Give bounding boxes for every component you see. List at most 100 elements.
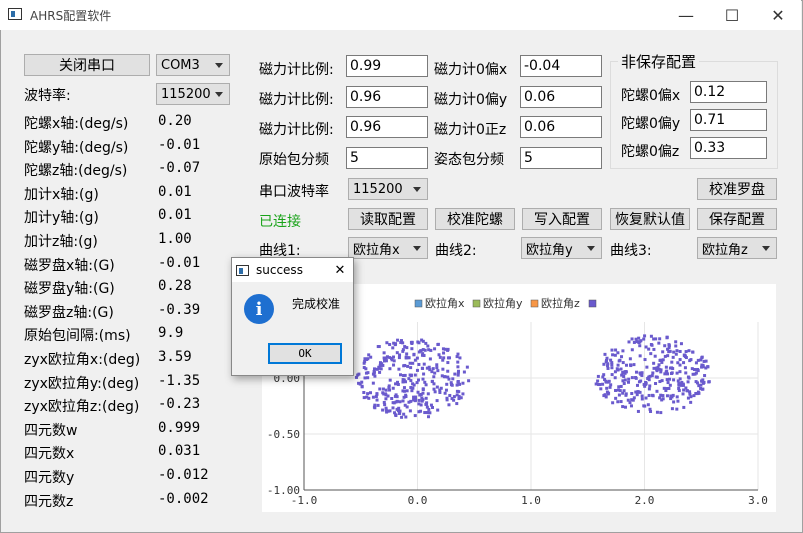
mag-scale-input-1[interactable]: 0.99 <box>346 55 428 77</box>
mag-offset-input-x[interactable]: -0.04 <box>520 55 602 77</box>
curve1-select[interactable]: 欧拉角x <box>348 237 428 259</box>
close-port-button[interactable]: 关闭串口 <box>24 54 150 76</box>
gyro-bias-input-y[interactable]: 0.71 <box>690 109 767 131</box>
scatter-point <box>372 369 376 373</box>
dialog-app-icon <box>236 265 249 276</box>
scatter-point <box>616 368 620 372</box>
scatter-point <box>621 361 625 365</box>
scatter-point <box>408 361 412 365</box>
scatter-point <box>614 348 618 352</box>
calibrate-compass-button[interactable]: 校准罗盘 <box>697 178 777 200</box>
reading-value: 0.999 <box>158 419 201 436</box>
scatter-point <box>636 409 640 413</box>
scatter-point <box>421 366 425 370</box>
scatter-point <box>456 365 460 369</box>
dialog-ok-button[interactable]: OK <box>268 343 342 364</box>
serial-baud-label: 串口波特率 <box>259 184 329 200</box>
gyro-bias-input-x[interactable]: 0.12 <box>690 81 767 103</box>
serial-baud-select[interactable]: 115200 <box>348 178 428 200</box>
x-tick-label: 2.0 <box>635 494 655 507</box>
scatter-point <box>684 371 688 375</box>
scatter-point <box>421 348 425 352</box>
scatter-point <box>639 379 643 383</box>
close-window-button[interactable]: ✕ <box>755 0 801 30</box>
scatter-point <box>378 364 382 368</box>
scatter-point <box>455 383 459 387</box>
scatter-point <box>607 391 611 395</box>
mag-scale-input-3[interactable]: 0.96 <box>346 116 428 138</box>
scatter-point <box>683 366 687 370</box>
baud-select[interactable]: 115200 <box>156 83 230 105</box>
read-config-button[interactable]: 读取配置 <box>348 208 428 230</box>
scatter-point <box>419 393 423 397</box>
scatter-point <box>391 401 395 405</box>
scatter-point <box>441 367 445 371</box>
scatter-point <box>404 395 408 399</box>
reading-label: 陀螺z轴:(deg/s) <box>24 163 128 180</box>
minimize-button[interactable]: — <box>663 0 709 30</box>
serial-baud-value: 115200 <box>353 181 403 197</box>
reading-value: -0.39 <box>158 301 201 318</box>
gyro-bias-input-z[interactable]: 0.33 <box>690 137 767 159</box>
mag-scale-input-2[interactable]: 0.96 <box>346 86 428 108</box>
att-div-input[interactable]: 5 <box>520 147 602 169</box>
reading-label: 陀螺x轴:(deg/s) <box>24 116 129 132</box>
scatter-point <box>618 389 622 393</box>
mag-offset-input-y[interactable]: 0.06 <box>520 86 602 108</box>
scatter-point <box>386 394 390 398</box>
curve2-select[interactable]: 欧拉角y <box>521 237 602 259</box>
scatter-point <box>658 396 662 400</box>
mag-offset-input-z[interactable]: 0.06 <box>520 116 602 138</box>
scatter-point <box>442 351 446 355</box>
scatter-point <box>647 347 651 351</box>
scatter-point <box>668 366 672 370</box>
calibrate-gyro-button[interactable]: 校准陀螺 <box>435 208 515 230</box>
port-select[interactable]: COM3 <box>156 54 230 76</box>
scatter-point <box>450 383 454 387</box>
scatter-point <box>436 369 440 373</box>
dialog-close-icon[interactable]: ✕ <box>330 260 350 280</box>
scatter-point <box>404 415 408 419</box>
reading-value: -0.07 <box>158 160 201 177</box>
scatter-point <box>394 382 398 386</box>
scatter-point <box>635 383 639 387</box>
scatter-point <box>394 413 398 417</box>
write-config-button[interactable]: 写入配置 <box>522 208 602 230</box>
scatter-point <box>430 380 434 384</box>
scatter-point <box>649 352 653 356</box>
scatter-point <box>421 388 425 392</box>
scatter-point <box>597 383 601 387</box>
save-config-button[interactable]: 保存配置 <box>697 208 777 230</box>
scatter-point <box>405 352 409 356</box>
mag-scale-label-2: 磁力计比例: <box>259 92 334 108</box>
reading-label: 磁罗盘y轴:(G) <box>24 281 115 298</box>
scatter-point <box>456 360 460 364</box>
scatter-point <box>384 397 388 401</box>
scatter-point <box>371 381 375 385</box>
scatter-point <box>678 377 682 381</box>
restore-defaults-button[interactable]: 恢复默认值 <box>610 208 690 230</box>
scatter-point <box>689 400 693 404</box>
scatter-point <box>393 411 397 415</box>
scatter-point <box>388 356 392 360</box>
scatter-point <box>391 386 395 390</box>
scatter-point <box>651 371 655 375</box>
scatter-point <box>596 379 600 383</box>
raw-div-input[interactable]: 5 <box>346 147 428 169</box>
scatter-point <box>647 387 651 391</box>
mag-offset-label-y: 磁力计0偏y <box>434 92 508 108</box>
reading-label: 磁罗盘z轴:(G) <box>24 304 114 321</box>
curve3-select[interactable]: 欧拉角z <box>697 237 777 259</box>
curve1-value: 欧拉角x <box>353 242 400 258</box>
scatter-point <box>701 363 705 367</box>
scatter-point <box>444 388 448 392</box>
scatter-point <box>372 405 376 409</box>
scatter-point <box>426 392 430 396</box>
scatter-point <box>674 340 678 344</box>
scatter-point <box>629 363 633 367</box>
maximize-button[interactable]: ☐ <box>709 0 755 30</box>
scatter-point <box>376 403 380 407</box>
window-title: AHRS配置软件 <box>30 9 112 23</box>
scatter-point <box>676 361 680 365</box>
scatter-point <box>610 366 614 370</box>
